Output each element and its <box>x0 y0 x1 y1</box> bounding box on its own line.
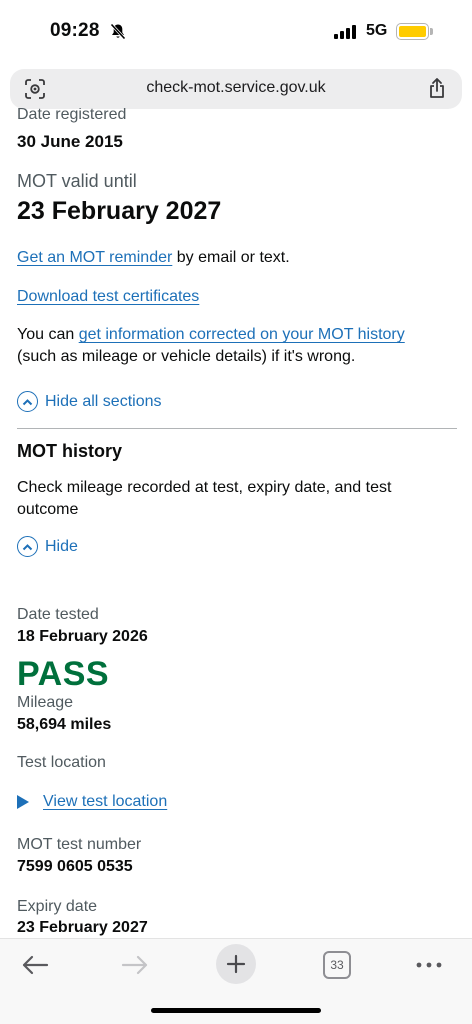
silent-bell-icon <box>110 23 126 40</box>
download-certificates-link[interactable]: Download test certificates <box>17 288 199 305</box>
arrow-right-icon <box>121 955 148 975</box>
date-registered-value: 30 June 2015 <box>17 132 123 151</box>
status-bar: 09:28 5G <box>0 0 472 62</box>
mot-valid-value: 23 February 2027 <box>17 197 222 225</box>
clock: 09:28 <box>50 20 100 41</box>
home-indicator[interactable] <box>151 1008 321 1013</box>
section-divider <box>17 428 457 429</box>
date-tested-label: Date tested <box>17 606 99 623</box>
mot-valid-label: MOT valid until <box>17 171 137 191</box>
view-test-location-link[interactable]: View test location <box>43 793 167 811</box>
hide-all-sections-label: Hide all sections <box>45 392 162 410</box>
expiry-date-value: 23 February 2027 <box>17 919 148 936</box>
mot-history-description: Check mileage recorded at test, expiry d… <box>17 479 392 518</box>
mileage-value: 58,694 miles <box>17 716 112 733</box>
test-result-badge: PASS <box>17 655 110 693</box>
battery-icon <box>396 23 429 40</box>
plus-icon <box>226 954 246 974</box>
reminder-suffix: by email or text. <box>172 249 290 266</box>
back-button[interactable] <box>18 947 52 983</box>
forward-button[interactable] <box>118 947 152 983</box>
page-content: Date registered 30 June 2015 MOT valid u… <box>17 108 457 936</box>
mot-history-heading: MOT history <box>17 441 123 461</box>
date-registered-label: Date registered <box>17 108 127 123</box>
more-button[interactable] <box>412 947 446 983</box>
mot-reminder-link[interactable]: Get an MOT reminder <box>17 249 172 266</box>
disclosure-triangle-icon <box>17 795 29 809</box>
correction-suffix: (such as mileage or vehicle details) if … <box>17 348 356 365</box>
address-bar[interactable]: check-mot.service.gov.uk <box>10 69 462 109</box>
mileage-label: Mileage <box>17 694 74 711</box>
mot-test-number-value: 7599 0605 0535 <box>17 858 133 875</box>
chevron-up-icon <box>17 536 38 557</box>
battery-cap <box>430 28 433 35</box>
view-test-location-toggle[interactable]: View test location <box>17 793 167 811</box>
expiry-date-label: Expiry date <box>17 898 98 915</box>
network-type: 5G <box>366 22 388 39</box>
correction-paragraph: You can get information corrected on you… <box>17 324 457 368</box>
new-tab-button[interactable] <box>216 944 256 984</box>
signal-strength-icon <box>334 25 356 39</box>
date-tested-value: 18 February 2026 <box>17 628 148 645</box>
test-location-label: Test location <box>17 754 106 771</box>
hide-all-sections-button[interactable]: Hide all sections <box>17 391 162 412</box>
correct-history-link[interactable]: get information corrected on your MOT hi… <box>79 326 405 343</box>
more-dots-icon <box>416 962 442 968</box>
hide-label: Hide <box>45 537 78 555</box>
url-text[interactable]: check-mot.service.gov.uk <box>10 79 462 97</box>
chevron-up-icon <box>17 391 38 412</box>
arrow-left-icon <box>22 955 49 975</box>
tabs-button[interactable]: 33 <box>323 951 351 979</box>
share-icon[interactable] <box>428 77 446 99</box>
correction-prefix: You can <box>17 326 79 343</box>
mot-test-number-label: MOT test number <box>17 836 142 853</box>
download-line: Download test certificates <box>17 286 199 308</box>
hide-mot-history-button[interactable]: Hide <box>17 536 78 557</box>
reminder-line: Get an MOT reminder by email or text. <box>17 247 290 269</box>
